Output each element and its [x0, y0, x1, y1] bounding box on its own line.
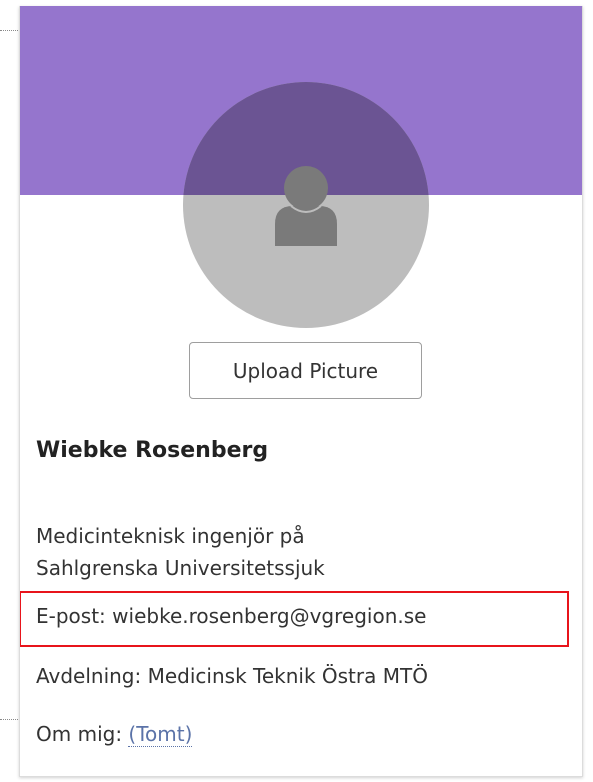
- department-value: Medicinsk Teknik Östra MTÖ: [147, 664, 428, 688]
- upload-picture-button[interactable]: Upload Picture: [189, 342, 422, 399]
- connector-line-bottom: [0, 719, 20, 720]
- profile-department: Avdelning: Medicinsk Teknik Östra MTÖ: [36, 664, 428, 688]
- profile-title-line-2: Sahlgrenska Universitetssjuk: [36, 556, 325, 580]
- department-label: Avdelning:: [36, 664, 142, 688]
- connector-line-top: [0, 30, 20, 31]
- profile-title: Medicinteknisk ingenjör på Sahlgrenska U…: [36, 520, 325, 584]
- profile-about: Om mig: (Tomt): [36, 722, 193, 747]
- about-edit-link[interactable]: (Tomt): [128, 722, 193, 747]
- email-label: E-post:: [36, 604, 106, 628]
- profile-name: Wiebke Rosenberg: [36, 438, 269, 463]
- profile-email: E-post: wiebke.rosenberg@vgregion.se: [36, 604, 426, 628]
- person-placeholder-icon: [275, 166, 337, 246]
- about-label: Om mig:: [36, 722, 123, 746]
- profile-card: Upload Picture Wiebke Rosenberg Medicint…: [19, 6, 583, 777]
- avatar[interactable]: [183, 82, 429, 328]
- profile-title-line-1: Medicinteknisk ingenjör på: [36, 524, 305, 548]
- email-value[interactable]: wiebke.rosenberg@vgregion.se: [112, 604, 426, 628]
